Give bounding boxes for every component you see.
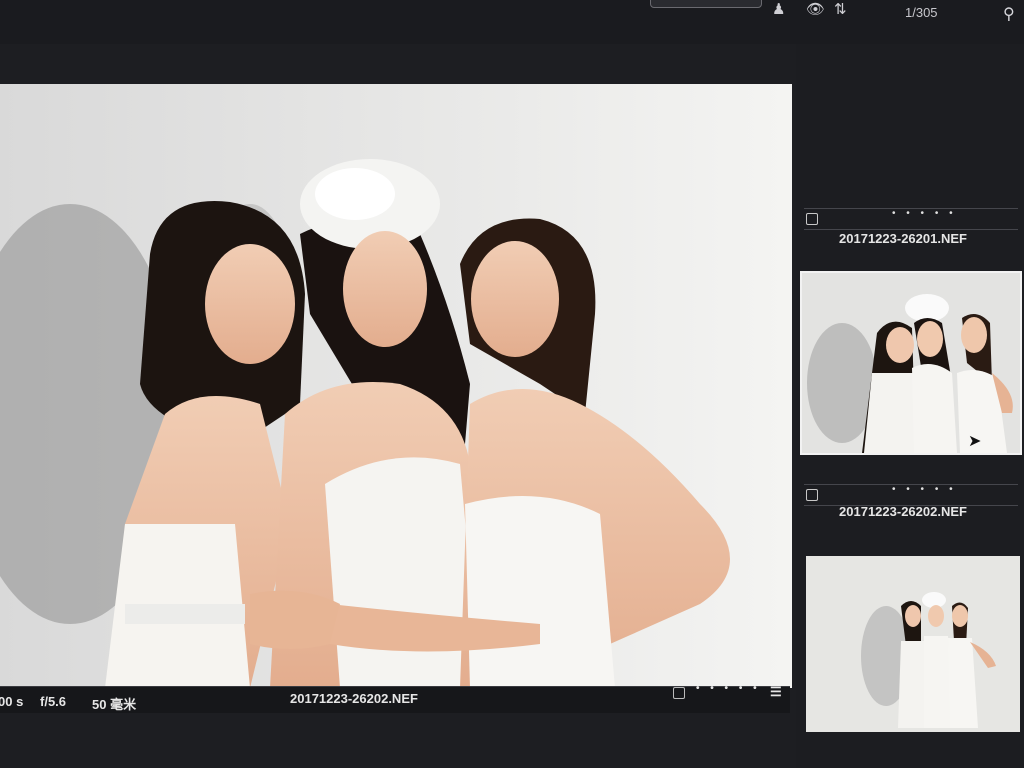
aperture-value: f/5.6 xyxy=(40,694,67,709)
select-checkbox[interactable] xyxy=(673,687,685,699)
filmstrip-thumbnail-selected[interactable] xyxy=(800,271,1022,455)
current-filename: 20171223-26202.NEF xyxy=(290,691,418,706)
menu-icon[interactable]: ☰ xyxy=(770,684,782,700)
filmstrip-rating-row: • • • • • xyxy=(804,484,1018,506)
search-icon[interactable]: ⚲ xyxy=(1003,4,1015,24)
mouse-pointer-icon: ➤ xyxy=(968,433,982,450)
rating-dots[interactable]: • • • • • xyxy=(696,683,761,694)
shutter-speed: 00 s xyxy=(0,694,24,709)
main-photo xyxy=(0,84,792,688)
focal-length: 50 毫米 xyxy=(92,697,137,712)
filmstrip-panel: • • • • • 20171223-26201.NEF • • • • • 2… xyxy=(796,44,1024,768)
filmstrip-thumbnail[interactable] xyxy=(806,556,1020,732)
filmstrip-rating-row: • • • • • xyxy=(804,208,1018,230)
sort-icon[interactable]: ⇅ xyxy=(834,0,847,18)
select-checkbox[interactable] xyxy=(806,489,818,501)
toolbar-segment-control[interactable] xyxy=(650,0,762,8)
image-counter: 1/305 xyxy=(905,5,938,20)
person-icon[interactable]: ♟ xyxy=(772,0,785,18)
rating-dots[interactable]: • • • • • xyxy=(892,484,957,495)
filmstrip-filename: 20171223-26201.NEF xyxy=(839,231,967,246)
eye-icon[interactable]: 👁 xyxy=(806,0,825,18)
image-info-bar: 00 s f/5.6 50 毫米 20171223-26202.NEF • • … xyxy=(0,683,790,713)
main-image-viewer[interactable] xyxy=(0,84,792,688)
top-toolbar: ♟ 👁 ⇅ 1/305 ⚲ xyxy=(0,0,1024,44)
filmstrip-filename: 20171223-26202.NEF xyxy=(839,504,967,519)
select-checkbox[interactable] xyxy=(806,213,818,225)
rating-dots[interactable]: • • • • • xyxy=(892,208,957,219)
